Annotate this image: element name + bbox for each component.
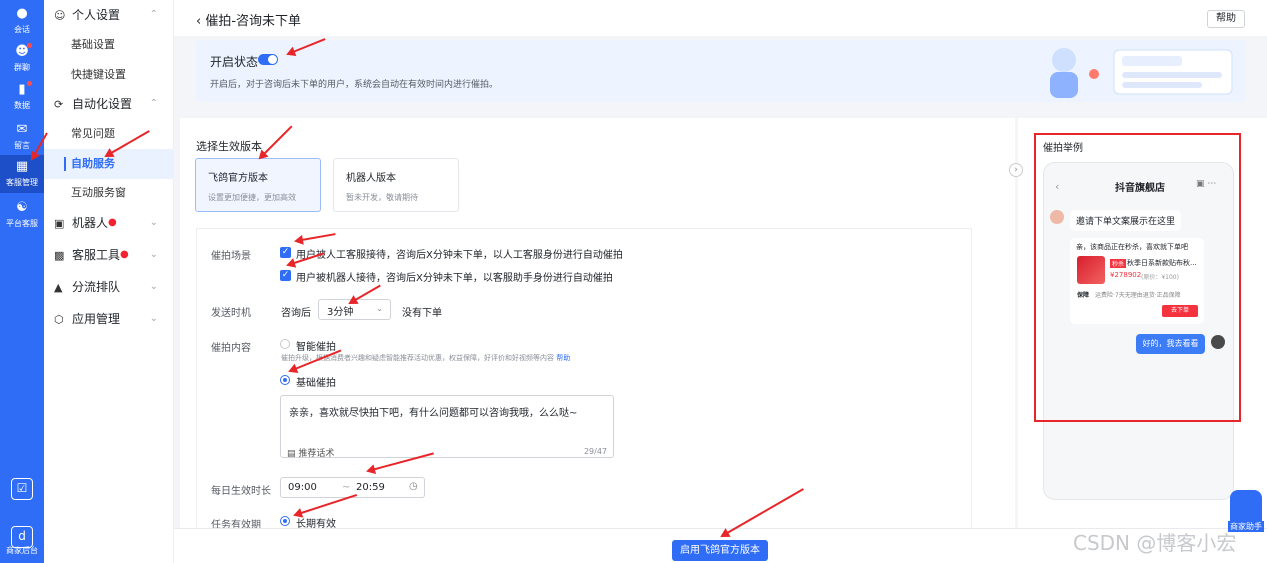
chevron-down-icon: ⌄ bbox=[149, 313, 158, 324]
content-label: 催拍内容 bbox=[211, 343, 251, 354]
banner-description: 开启后，对于咨询后未下单的用户，系统会自动在有效时间内进行催拍。 bbox=[210, 80, 499, 90]
timing-prefix: 咨询后 bbox=[281, 308, 311, 319]
banner-illustration bbox=[1050, 48, 1233, 98]
mail-icon: ✉ bbox=[16, 122, 28, 137]
scene-1-checkbox[interactable]: ✓ bbox=[280, 247, 291, 258]
hierarchy-icon: ▲ bbox=[54, 281, 63, 294]
page-header: ‹ 催拍-咨询未下单 帮助 bbox=[174, 0, 1267, 36]
chevron-up-icon: ⌃ bbox=[149, 98, 158, 109]
suggest-button[interactable]: ▤ 推荐话术 bbox=[287, 446, 334, 459]
clock-icon: ◷ bbox=[409, 481, 418, 492]
end-time[interactable]: 20:59 bbox=[356, 482, 385, 493]
menu-shortcut[interactable]: 快捷键设置 bbox=[44, 60, 174, 90]
preview-highlight-box bbox=[1034, 133, 1241, 422]
chevron-left-icon: ‹ bbox=[196, 14, 202, 29]
enable-official-button[interactable]: 启用飞鸽官方版本 bbox=[672, 540, 768, 561]
start-time[interactable]: 09:00 bbox=[288, 482, 317, 493]
message-textarea[interactable]: 亲亲，喜欢就尽快拍下吧，有什么问题都可以咨询我哦，么么哒~ ▤ 推荐话术 29/… bbox=[280, 395, 614, 459]
collapse-button[interactable]: › bbox=[1009, 163, 1023, 177]
rail-platform-service[interactable]: ☯ 平台客服 bbox=[0, 196, 44, 234]
range-separator: ~ bbox=[342, 482, 351, 493]
smart-help-link[interactable]: 帮助 bbox=[556, 354, 570, 362]
assistant-label[interactable]: 商家助手 bbox=[1228, 521, 1264, 532]
status-banner: 开启状态 开启后，对于咨询后未下单的用户，系统会自动在有效时间内进行催拍。 bbox=[196, 40, 1246, 102]
notification-dot bbox=[27, 81, 32, 86]
basic-label: 基础催拍 bbox=[296, 378, 336, 389]
validity-radio[interactable] bbox=[280, 516, 290, 526]
version-title: 选择生效版本 bbox=[196, 140, 262, 153]
rail-data[interactable]: ▮ 数据 bbox=[0, 78, 44, 116]
menu-personal[interactable]: ☺ 个人设置 ⌃ bbox=[44, 0, 174, 30]
chevron-down-icon: ⌄ bbox=[376, 304, 383, 313]
hexagon-icon: ⬡ bbox=[54, 313, 64, 326]
daily-label: 每日生效时长 bbox=[211, 486, 271, 497]
rail-group[interactable]: ☻ 群聊 bbox=[0, 40, 44, 78]
scene-2-text: 用户被机器人接待，咨询后X分钟未下单，以客服助手身份进行自动催拍 bbox=[296, 273, 613, 284]
menu-tools[interactable]: ▩ 客服工具● ⌄ bbox=[44, 240, 174, 270]
smart-radio[interactable] bbox=[280, 339, 290, 349]
comment-icon: ▤ bbox=[287, 449, 296, 459]
menu-interactive[interactable]: 互动服务窗 bbox=[44, 178, 174, 208]
watermark: CSDN @博客小宏 bbox=[1073, 531, 1237, 555]
chevron-down-icon: ⌄ bbox=[149, 217, 158, 228]
menu-basic[interactable]: 基础设置 bbox=[44, 30, 174, 60]
side-menu: ☺ 个人设置 ⌃ 基础设置 快捷键设置 ⟳ 自动化设置 ⌃ 常见问题 自助服务 互动… bbox=[44, 0, 174, 563]
status-toggle[interactable] bbox=[258, 54, 278, 65]
rail-chat[interactable]: ● 会话 bbox=[0, 2, 44, 40]
chevron-down-icon: ⌄ bbox=[149, 249, 158, 260]
page-title: 催拍-咨询未下单 bbox=[205, 14, 302, 29]
toolbox-icon: ▩ bbox=[54, 249, 65, 262]
char-counter: 29/47 bbox=[583, 447, 607, 456]
refresh-icon: ⟳ bbox=[54, 98, 64, 111]
scene-label: 催拍场景 bbox=[211, 251, 251, 262]
rail-service-manage[interactable]: ▦ 客服管理 bbox=[0, 155, 44, 193]
back-button[interactable]: ‹ 催拍-咨询未下单 bbox=[196, 10, 301, 29]
version-robot-option[interactable]: 机器人版本 暂未开发，敬请期待 bbox=[333, 158, 459, 212]
smart-label: 智能催拍 bbox=[296, 342, 336, 353]
scene-1-text: 用户被人工客服接待，咨询后X分钟未下单，以人工客服身份进行自动催拍 bbox=[296, 250, 623, 261]
scene-2-checkbox[interactable]: ✓ bbox=[280, 270, 291, 281]
status-label: 开启状态 bbox=[210, 55, 259, 69]
user-icon: ☺ bbox=[54, 9, 66, 22]
basic-radio[interactable] bbox=[280, 375, 290, 385]
menu-apps[interactable]: ⬡ 应用管理 ⌄ bbox=[44, 304, 174, 334]
headset-icon: ☯ bbox=[16, 200, 28, 215]
grid-icon: ▦ bbox=[15, 159, 29, 174]
menu-automation[interactable]: ⟳ 自动化设置 ⌃ bbox=[44, 89, 174, 119]
notification-dot bbox=[27, 43, 32, 48]
chevron-down-icon: ⌄ bbox=[149, 281, 158, 292]
help-button[interactable]: 帮助 bbox=[1207, 10, 1245, 28]
chat-icon: ● bbox=[16, 6, 28, 21]
merchant-backend-label[interactable]: 商家后台 bbox=[0, 545, 44, 561]
timing-label: 发送时机 bbox=[211, 308, 251, 319]
menu-routing[interactable]: ▲ 分流排队 ⌄ bbox=[44, 272, 174, 302]
menu-robot[interactable]: ▣ 机器人● ⌄ bbox=[44, 208, 174, 238]
version-official-option[interactable]: 飞鸽官方版本 设置更加便捷，更加高效 bbox=[195, 158, 321, 212]
menu-faq[interactable]: 常见问题 bbox=[44, 119, 174, 149]
robot-icon: ▣ bbox=[54, 217, 65, 230]
task-icon[interactable]: ☑ bbox=[11, 478, 33, 500]
app-rail: ● 会话 ☻ 群聊 ▮ 数据 ✉ 留言 ▦ 客服管理 ☯ 平台客服 ☑ d 商家… bbox=[0, 0, 44, 563]
timing-suffix: 没有下单 bbox=[402, 308, 442, 319]
chevron-up-icon: ⌃ bbox=[149, 9, 158, 20]
